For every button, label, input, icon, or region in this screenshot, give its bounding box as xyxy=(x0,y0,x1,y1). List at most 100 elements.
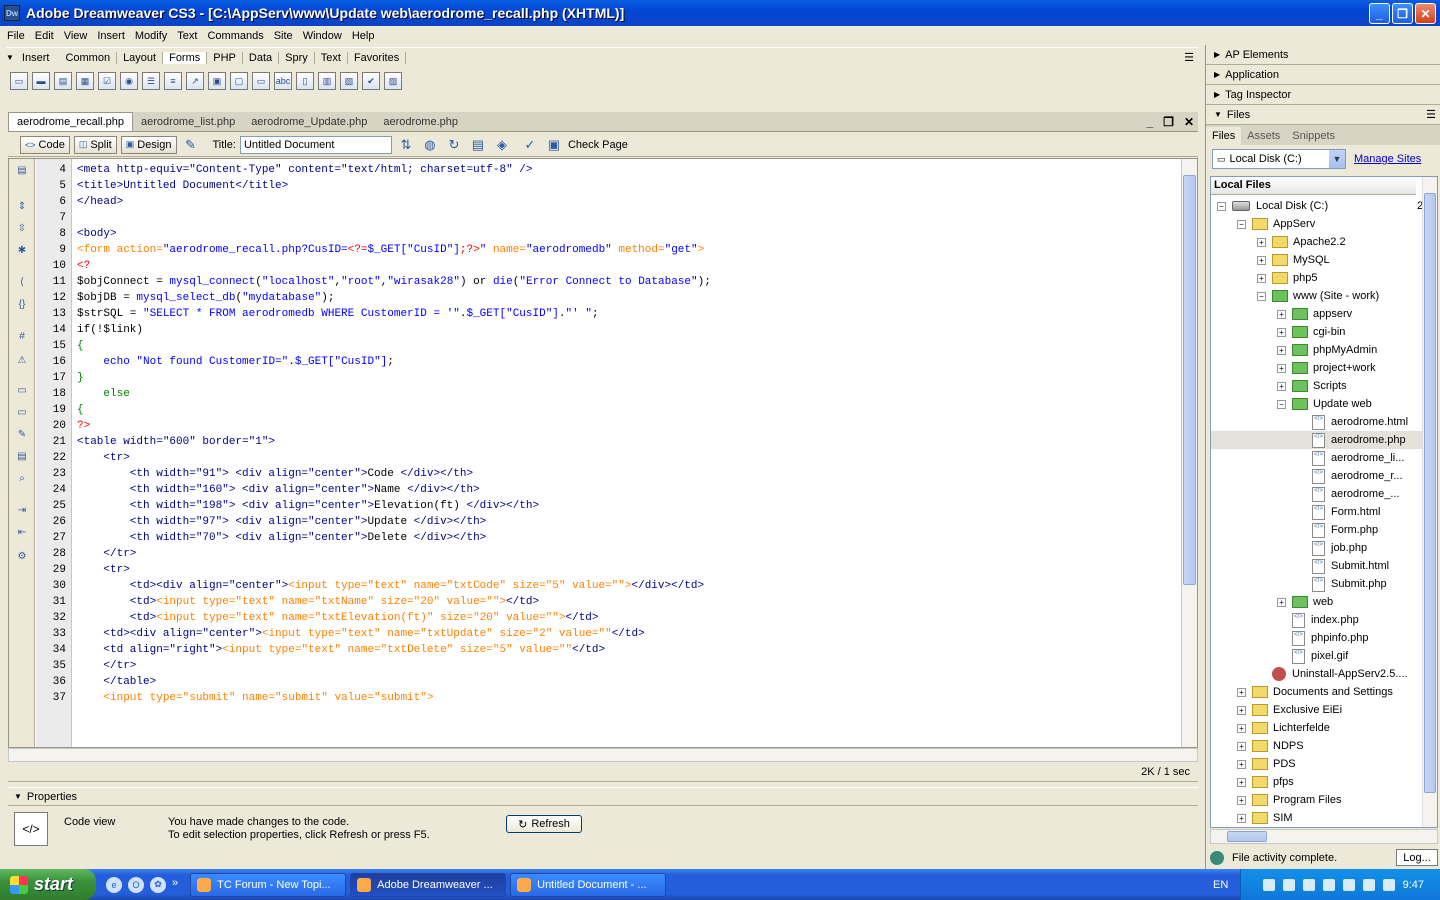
insert-tab-layout[interactable]: Layout xyxy=(117,51,164,64)
document-tab[interactable]: aerodrome.php xyxy=(375,113,466,131)
spry-select-icon[interactable]: ▧ xyxy=(340,72,358,90)
expand-collapse-icon[interactable]: + xyxy=(1237,687,1246,697)
close-button[interactable]: ✕ xyxy=(1415,3,1436,24)
start-button[interactable]: start xyxy=(0,869,96,900)
code-line[interactable]: <meta http-equiv="Content-Type" content=… xyxy=(77,162,1181,178)
code-line[interactable]: if(!$link) xyxy=(77,322,1181,338)
remove-comment-icon[interactable]: ▭ xyxy=(14,407,30,421)
code-line[interactable]: </head> xyxy=(77,194,1181,210)
hidden-field-icon[interactable]: ▤ xyxy=(54,72,72,90)
line-numbers-icon[interactable]: # xyxy=(14,331,30,345)
expand-collapse-icon[interactable]: + xyxy=(1237,759,1246,769)
taskbar-task[interactable]: Untitled Document - ... xyxy=(510,872,667,897)
tree-item[interactable]: + Apache2.2 xyxy=(1257,233,1346,251)
tree-item[interactable]: + Scripts xyxy=(1277,377,1347,395)
code-line[interactable] xyxy=(77,210,1181,226)
file-management-icon[interactable]: ⇅ xyxy=(396,136,416,154)
highlight-invalid-icon[interactable]: ⚠ xyxy=(14,355,30,369)
tree-item[interactable]: </> index.php xyxy=(1277,611,1359,629)
balance-braces-icon[interactable]: {} xyxy=(14,299,30,313)
minimize-button[interactable]: _ xyxy=(1369,3,1390,24)
expand-collapse-icon[interactable]: − xyxy=(1277,399,1286,409)
textarea-icon[interactable]: ▦ xyxy=(76,72,94,90)
code-text[interactable]: <meta http-equiv="Content-Type" content=… xyxy=(77,159,1181,747)
tree-item[interactable]: </> aerodrome_... xyxy=(1297,485,1399,503)
manage-sites-link[interactable]: Manage Sites xyxy=(1354,153,1421,165)
menu-item-help[interactable]: Help xyxy=(347,30,380,42)
collapse-selection-icon[interactable]: ⇳ xyxy=(14,223,30,237)
expand-collapse-icon[interactable]: − xyxy=(1217,201,1226,211)
editor-horizontal-scrollbar[interactable] xyxy=(8,748,1198,762)
insert-tab-text[interactable]: Text xyxy=(315,51,348,64)
tray-icon[interactable] xyxy=(1302,878,1315,891)
menu-item-window[interactable]: Window xyxy=(298,30,347,42)
spry-checkbox-icon[interactable]: ✔ xyxy=(362,72,380,90)
tree-item[interactable]: − www (Site - work) xyxy=(1257,287,1379,305)
expand-collapse-icon[interactable]: + xyxy=(1237,795,1246,805)
recent-snippets-icon[interactable]: ▤ xyxy=(14,451,30,465)
live-data-icon[interactable]: ✎ xyxy=(181,136,201,154)
restore-button[interactable]: ❐ xyxy=(1392,3,1413,24)
expand-collapse-icon[interactable]: + xyxy=(1277,309,1286,319)
tree-item[interactable]: + phpMyAdmin xyxy=(1277,341,1377,359)
tree-item[interactable]: + pfps xyxy=(1237,773,1294,791)
tree-item[interactable]: + Program Files xyxy=(1237,791,1341,809)
tree-vertical-scrollbar[interactable] xyxy=(1422,177,1437,827)
visual-aids-icon[interactable]: ◈ xyxy=(492,136,512,154)
application-panel[interactable]: ▶ Application xyxy=(1206,65,1440,85)
icq-icon[interactable]: ✿ xyxy=(150,876,166,893)
menu-item-site[interactable]: Site xyxy=(269,30,298,42)
open-documents-icon[interactable]: ▤ xyxy=(14,165,30,179)
code-line[interactable]: <td><input type="text" name="txtElevatio… xyxy=(77,610,1181,626)
collapse-tag-icon[interactable]: ⇕ xyxy=(14,201,30,215)
code-line[interactable]: $objConnect = mysql_connect("localhost",… xyxy=(77,274,1181,290)
ap-elements-panel[interactable]: ▶ AP Elements xyxy=(1206,45,1440,65)
fieldset-icon[interactable]: ▯ xyxy=(296,72,314,90)
code-line[interactable]: ?> xyxy=(77,418,1181,434)
doc-close-icon[interactable]: ✕ xyxy=(1184,115,1194,129)
code-line[interactable]: $objDB = mysql_select_db("mydatabase"); xyxy=(77,290,1181,306)
image-field-icon[interactable]: ▣ xyxy=(208,72,226,90)
tree-item[interactable]: Uninstall-AppServ2.5.... xyxy=(1257,665,1408,683)
tree-item[interactable]: + SIM xyxy=(1237,809,1293,827)
file-field-icon[interactable]: ▢ xyxy=(230,72,248,90)
files-tab-assets[interactable]: Assets xyxy=(1241,127,1286,145)
quick-launch-more-icon[interactable]: » xyxy=(172,877,178,893)
code-line[interactable]: <th width="160"> <div align="center">Nam… xyxy=(77,482,1181,498)
tray-icon[interactable] xyxy=(1382,878,1395,891)
tree-item[interactable]: </> pixel.gif xyxy=(1277,647,1348,665)
tree-item[interactable]: + project+work xyxy=(1277,359,1376,377)
doc-minimize-icon[interactable]: _ xyxy=(1146,115,1153,129)
button-icon[interactable]: ▭ xyxy=(252,72,270,90)
properties-header[interactable]: ▼ Properties xyxy=(8,788,1198,806)
tree-item[interactable]: − AppServ xyxy=(1237,215,1315,233)
local-files-header[interactable]: Local Files xyxy=(1211,177,1416,195)
code-line[interactable]: <input type="submit" name="submit" value… xyxy=(77,690,1181,706)
insert-tab-favorites[interactable]: Favorites xyxy=(348,51,407,64)
log-button[interactable]: Log... xyxy=(1396,849,1438,866)
code-line[interactable]: <table width="600" border="1"> xyxy=(77,434,1181,450)
form-icon[interactable]: ▭ xyxy=(10,72,28,90)
tree-item[interactable]: + web xyxy=(1277,593,1333,611)
code-line[interactable]: else xyxy=(77,386,1181,402)
code-editor[interactable]: ▤ ⇕ ⇳ ✱ ⟨ {} # ⚠ ▭ ▭ ✎ ▤ ⌕ ⇥ ⇤ ⚙ <meta h… xyxy=(8,158,1198,748)
files-tab-files[interactable]: Files xyxy=(1206,127,1242,145)
tree-item[interactable]: </> aerodrome.html xyxy=(1297,413,1408,431)
code-line[interactable]: $strSQL = "SELECT * FROM aerodromedb WHE… xyxy=(77,306,1181,322)
apply-comment-icon[interactable]: ▭ xyxy=(14,385,30,399)
expand-collapse-icon[interactable]: + xyxy=(1237,741,1246,751)
tree-item[interactable]: + cgi-bin xyxy=(1277,323,1345,341)
tree-item[interactable]: − Update web xyxy=(1277,395,1372,413)
expand-collapse-icon[interactable]: + xyxy=(1237,777,1246,787)
code-line[interactable]: <td align="right"><input type="text" nam… xyxy=(77,642,1181,658)
list-menu-icon[interactable]: ≡ xyxy=(164,72,182,90)
move-css-icon[interactable]: ⌕ xyxy=(14,473,30,487)
tree-item[interactable]: + NDPS xyxy=(1237,737,1304,755)
spry-text-field-icon[interactable]: ▥ xyxy=(318,72,336,90)
jump-menu-icon[interactable]: ↗ xyxy=(186,72,204,90)
spry-textarea-icon[interactable]: ▨ xyxy=(384,72,402,90)
expand-collapse-icon[interactable]: + xyxy=(1277,597,1286,607)
taskbar-task[interactable]: TC Forum - New Topi... xyxy=(190,872,347,897)
code-line[interactable]: { xyxy=(77,338,1181,354)
code-view-button[interactable]: <> Code xyxy=(20,135,70,154)
